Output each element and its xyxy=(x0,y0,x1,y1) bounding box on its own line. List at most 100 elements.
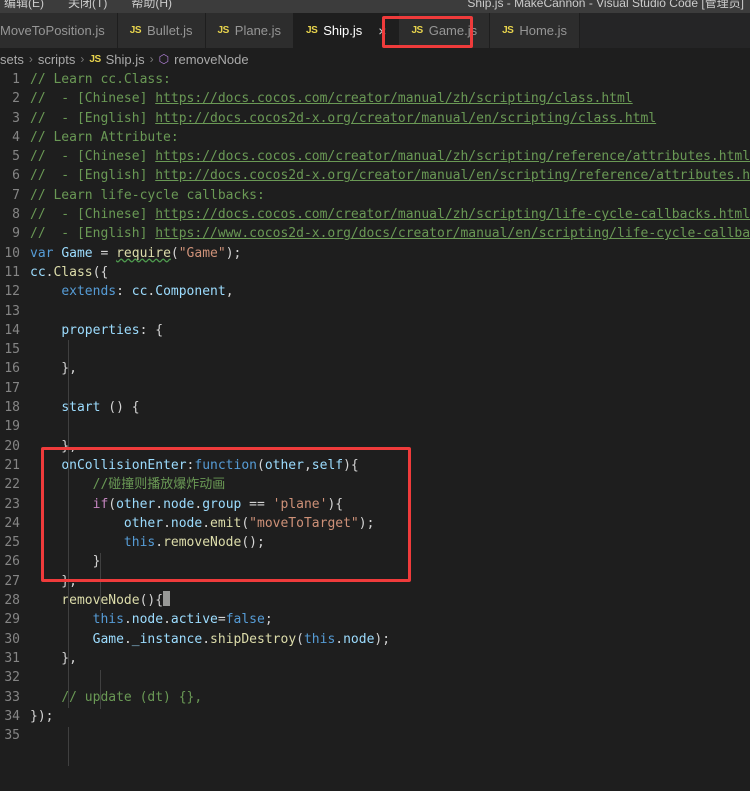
close-icon[interactable]: × xyxy=(378,24,386,38)
code-line[interactable]: 20 }, xyxy=(0,437,750,456)
code-line[interactable]: 8 // - [Chinese] https://docs.cocos.com/c… xyxy=(0,205,750,224)
line-number: 25 xyxy=(4,535,20,551)
line-number: 11 xyxy=(4,264,20,280)
line-content[interactable]: Game._instance.shipDestroy(this.node); xyxy=(30,630,390,649)
tab-game-js[interactable]: JS Game.js xyxy=(399,13,491,48)
code-line[interactable]: 27 }, xyxy=(0,572,750,591)
method-symbol-icon: ⬡ xyxy=(158,52,170,66)
js-file-icon: JS xyxy=(217,25,230,36)
tab-home-js[interactable]: JS Home.js xyxy=(490,13,581,48)
line-content[interactable]: // - [Chinese] https://docs.cocos.com/cr… xyxy=(30,89,633,108)
code-line[interactable]: 10 var Game = require("Game"); xyxy=(0,244,750,263)
line-content[interactable]: var Game = require("Game"); xyxy=(30,244,241,263)
line-number: 16 xyxy=(4,361,20,377)
line-content[interactable]: start () { xyxy=(30,398,139,417)
line-content[interactable]: properties: { xyxy=(30,321,163,340)
line-content[interactable]: this.removeNode(); xyxy=(30,533,265,552)
code-line[interactable]: 14 properties: { xyxy=(0,321,750,340)
breadcrumb-item-assets[interactable]: sets xyxy=(0,52,24,67)
code-line[interactable]: 9 // - [English] https://www.cocos2d-x.or… xyxy=(0,224,750,243)
line-content[interactable]: // Learn Attribute: xyxy=(30,128,179,147)
code-line[interactable]: 12 extends: cc.Component, xyxy=(0,282,750,301)
line-content[interactable]: // - [English] https://www.cocos2d-x.org… xyxy=(30,224,750,243)
tab-plane-js[interactable]: JS Plane.js xyxy=(205,13,295,48)
line-content[interactable]: // - [English] http://docs.cocos2d-x.org… xyxy=(30,166,750,185)
code-line[interactable]: 26 } xyxy=(0,552,750,571)
code-line[interactable]: 11 cc.Class({ xyxy=(0,263,750,282)
code-line[interactable]: 2 // - [Chinese] https://docs.cocos.com/c… xyxy=(0,89,750,108)
code-line[interactable]: 35 xyxy=(0,726,750,745)
line-number: 4 xyxy=(12,129,20,145)
menu-item-help[interactable]: 帮助(H) xyxy=(127,0,176,11)
line-content[interactable]: this.node.active=false; xyxy=(30,610,273,629)
code-lines[interactable]: 1 // Learn cc.Class: 2 // - [Chinese] https… xyxy=(0,70,750,745)
line-content[interactable]: }, xyxy=(30,437,77,456)
code-line[interactable]: 21 onCollisionEnter:function(other,self)… xyxy=(0,456,750,475)
editor-tab-bar[interactable]: MoveToPosition.js JS Bullet.js JS Plane.… xyxy=(0,13,750,48)
js-file-icon: JS xyxy=(129,25,142,36)
line-content[interactable]: } xyxy=(30,552,101,571)
code-line[interactable]: 4 // Learn Attribute: xyxy=(0,128,750,147)
code-line[interactable]: 1 // Learn cc.Class: xyxy=(0,70,750,89)
line-content[interactable]: //碰撞则播放爆炸动画 xyxy=(30,475,226,494)
line-content[interactable]: other.node.emit("moveToTarget"); xyxy=(30,514,374,533)
line-content[interactable]: // Learn life-cycle callbacks: xyxy=(30,186,265,205)
code-line[interactable]: 17 xyxy=(0,379,750,398)
code-line[interactable]: 25 this.removeNode(); xyxy=(0,533,750,552)
line-content[interactable]: // Learn cc.Class: xyxy=(30,70,171,89)
tab-label: MoveToPosition.js xyxy=(0,23,105,38)
line-content[interactable]: // - [English] http://docs.cocos2d-x.org… xyxy=(30,109,656,128)
code-line[interactable]: 30 Game._instance.shipDestroy(this.node)… xyxy=(0,630,750,649)
line-content[interactable]: }, xyxy=(30,649,77,668)
tab-movetoposition-js[interactable]: MoveToPosition.js xyxy=(0,13,118,48)
line-content[interactable]: }, xyxy=(30,359,77,378)
code-line[interactable]: 3 // - [English] http://docs.cocos2d-x.or… xyxy=(0,109,750,128)
line-content[interactable]: removeNode(){ xyxy=(30,591,171,610)
code-line[interactable]: 6 // - [English] http://docs.cocos2d-x.or… xyxy=(0,166,750,185)
code-line[interactable]: 13 xyxy=(0,302,750,321)
code-line[interactable]: 5 // - [Chinese] https://docs.cocos.com/c… xyxy=(0,147,750,166)
line-content[interactable]: // - [Chinese] https://docs.cocos.com/cr… xyxy=(30,147,750,166)
breadcrumb-item-scripts[interactable]: scripts xyxy=(38,52,76,67)
line-content[interactable]: }, xyxy=(30,572,77,591)
line-content[interactable]: }); xyxy=(30,707,53,726)
code-line[interactable]: 18 start () { xyxy=(0,398,750,417)
menu-item-terminal[interactable]: 关闭(T) xyxy=(64,0,111,11)
tab-ship-js[interactable]: JS Ship.js × xyxy=(294,13,400,48)
code-line[interactable]: 33 // update (dt) {}, xyxy=(0,688,750,707)
vscode-window: 编辑(E) 关闭(T) 帮助(H) Ship.js - MakeCannon -… xyxy=(0,0,750,791)
code-line[interactable]: 32 xyxy=(0,668,750,687)
code-line[interactable]: 29 this.node.active=false; xyxy=(0,610,750,629)
tab-label: Plane.js xyxy=(234,23,282,38)
code-line[interactable]: 31 }, xyxy=(0,649,750,668)
line-number: 32 xyxy=(4,670,20,686)
line-number: 6 xyxy=(12,168,20,184)
code-line[interactable]: 28 removeNode(){ xyxy=(0,591,750,610)
code-line[interactable]: 15 xyxy=(0,340,750,359)
line-number: 5 xyxy=(12,149,20,165)
tab-bullet-js[interactable]: JS Bullet.js xyxy=(117,13,206,48)
code-line[interactable]: 24 other.node.emit("moveToTarget"); xyxy=(0,514,750,533)
menu-item-edit[interactable]: 编辑(E) xyxy=(0,0,48,11)
breadcrumb-item-ship-js[interactable]: JS Ship.js xyxy=(89,52,144,67)
code-line[interactable]: 34}); xyxy=(0,707,750,726)
code-line[interactable]: 19 xyxy=(0,417,750,436)
line-content[interactable]: if(other.node.group == 'plane'){ xyxy=(30,495,344,514)
code-line[interactable]: 23 if(other.node.group == 'plane'){ xyxy=(0,495,750,514)
line-number: 14 xyxy=(4,322,20,338)
code-editor[interactable]: 1 // Learn cc.Class: 2 // - [Chinese] https… xyxy=(0,70,750,791)
code-line[interactable]: 7 // Learn life-cycle callbacks: xyxy=(0,186,750,205)
line-number: 30 xyxy=(4,631,20,647)
line-content[interactable]: // - [Chinese] https://docs.cocos.com/cr… xyxy=(30,205,750,224)
line-content[interactable]: cc.Class({ xyxy=(30,263,108,282)
line-content[interactable]: extends: cc.Component, xyxy=(30,282,233,301)
breadcrumb[interactable]: sets › scripts › JS Ship.js › ⬡ removeNo… xyxy=(0,48,750,70)
tab-label: Bullet.js xyxy=(147,23,193,38)
code-line[interactable]: 16 }, xyxy=(0,359,750,378)
line-number: 28 xyxy=(4,593,20,609)
code-line[interactable]: 22 //碰撞则播放爆炸动画 xyxy=(0,475,750,494)
breadcrumb-item-removenode[interactable]: ⬡ removeNode xyxy=(159,52,249,67)
line-content[interactable]: // update (dt) {}, xyxy=(30,688,202,707)
menu-bar[interactable]: 编辑(E) 关闭(T) 帮助(H) xyxy=(0,0,176,11)
line-content[interactable]: onCollisionEnter:function(other,self){ xyxy=(30,456,358,475)
